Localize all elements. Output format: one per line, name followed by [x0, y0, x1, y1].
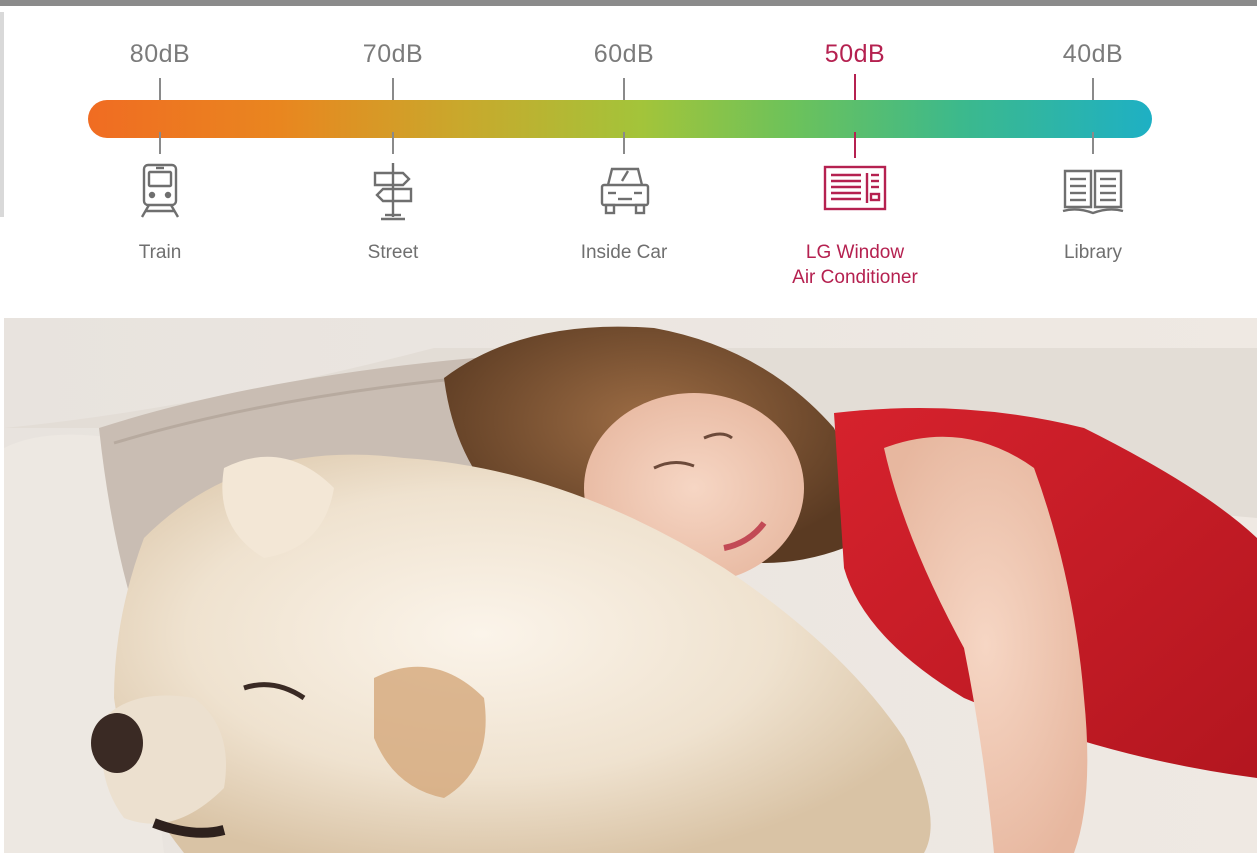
- tick-mark: [854, 132, 856, 158]
- stop-label: Street: [303, 240, 483, 265]
- tick-mark: [1092, 132, 1094, 154]
- tick-mark: [623, 78, 625, 100]
- noise-scale: 80dB Train 70dB Street 60dB Inside Car 5…: [0, 6, 1257, 318]
- tick-mark: [392, 78, 394, 100]
- stop-label: Inside Car: [534, 240, 714, 265]
- air-conditioner-icon: [823, 161, 887, 221]
- tick-mark: [1092, 78, 1094, 100]
- stop-label: LG Window Air Conditioner: [765, 240, 945, 290]
- label-line: LG Window: [805, 242, 905, 263]
- label-line: Street: [367, 242, 419, 263]
- db-value: 60dB: [593, 40, 655, 68]
- stop-label: Library: [1003, 240, 1183, 265]
- left-edge-divider: [0, 12, 4, 217]
- db-value: 80dB: [129, 40, 191, 68]
- stop-label: Train: [70, 240, 250, 265]
- label-line: Air Conditioner: [792, 267, 918, 288]
- noise-gradient-bar: [88, 100, 1152, 138]
- tick-mark: [159, 132, 161, 154]
- train-icon: [132, 161, 188, 221]
- db-value: 70dB: [362, 40, 424, 68]
- db-value: 40dB: [1062, 40, 1124, 68]
- tick-mark: [392, 132, 394, 154]
- tick-mark: [623, 132, 625, 154]
- book-icon: [1062, 161, 1124, 221]
- label-line: Inside Car: [580, 242, 668, 263]
- street-sign-icon: [365, 161, 421, 221]
- label-line: Train: [138, 242, 182, 263]
- tick-mark: [854, 74, 856, 100]
- sleeping-girl-and-dog-photo: [4, 318, 1257, 853]
- label-line: Library: [1063, 242, 1123, 263]
- car-icon: [596, 161, 652, 221]
- db-value: 50dB: [824, 40, 886, 68]
- tick-mark: [159, 78, 161, 100]
